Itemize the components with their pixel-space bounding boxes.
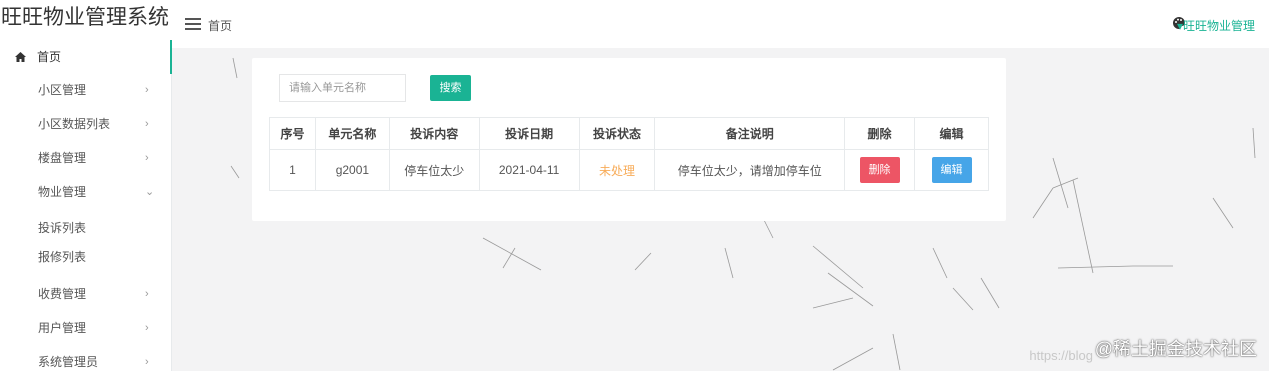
sidebar-item-label: 楼盘管理 — [38, 151, 87, 165]
app-title: 旺旺物业管理系统 — [0, 0, 172, 40]
sidebar-item-buildings[interactable]: 楼盘管理 › — [0, 143, 172, 173]
column-header: 删除 — [844, 117, 916, 150]
user-menu[interactable]: ▾旺旺物业管理 — [1177, 17, 1255, 34]
sidebar-subitem-repairs[interactable]: 报修列表 — [0, 242, 172, 272]
column-header: 投诉内容 — [388, 117, 480, 150]
table-row: 1 g2001 停车位太少 2021-04-11 未处理 停车位太少，请增加停车… — [269, 149, 989, 191]
column-header: 投诉状态 — [578, 117, 656, 150]
chevron-down-icon: ⌄ — [145, 186, 155, 198]
sidebar-item-label: 报修列表 — [38, 250, 87, 264]
complaint-table: 序号 单元名称 投诉内容 投诉日期 投诉状态 备注说明 删除 编辑 1 g200… — [269, 117, 989, 191]
sidebar-item-users[interactable]: 用户管理 › — [0, 313, 172, 343]
sidebar-item-fees[interactable]: 收费管理 › — [0, 279, 172, 309]
chevron-right-icon: › — [145, 118, 149, 130]
sidebar-item-label: 物业管理 — [38, 185, 87, 199]
top-navbar: 首页 ▾旺旺物业管理 — [172, 0, 1269, 48]
sidebar-item-home[interactable]: 首页 — [0, 40, 172, 74]
column-header: 备注说明 — [654, 117, 846, 150]
cell-index: 1 — [269, 149, 316, 191]
cell-note: 停车位太少，请增加停车位 — [654, 149, 846, 191]
chevron-right-icon: › — [145, 288, 149, 300]
sidebar-item-label: 收费管理 — [38, 287, 87, 301]
sidebar-item-label: 小区数据列表 — [38, 117, 111, 131]
chevron-right-icon: › — [145, 356, 149, 368]
chevron-right-icon: › — [145, 322, 149, 334]
complaint-panel: 搜索 序号 单元名称 投诉内容 投诉日期 投诉状态 备注说明 删除 编辑 1 g… — [252, 58, 1006, 221]
chevron-right-icon: › — [145, 152, 149, 164]
sidebar-item-label: 首页 — [37, 50, 62, 64]
cell-delete: 删除 — [844, 149, 916, 191]
breadcrumb[interactable]: 首页 — [208, 17, 232, 34]
column-header: 投诉日期 — [478, 117, 580, 150]
sidebar-item-admins[interactable]: 系统管理员 › — [0, 347, 172, 371]
column-header: 编辑 — [914, 117, 989, 150]
hamburger-icon[interactable] — [185, 18, 201, 30]
sidebar-item-community[interactable]: 小区管理 › — [0, 75, 172, 105]
column-header: 单元名称 — [314, 117, 390, 150]
cell-unit: g2001 — [314, 149, 390, 191]
sidebar-item-label: 投诉列表 — [38, 221, 87, 235]
home-icon — [15, 52, 26, 62]
table-header-row: 序号 单元名称 投诉内容 投诉日期 投诉状态 备注说明 删除 编辑 — [269, 117, 989, 150]
cell-status: 未处理 — [578, 149, 656, 191]
sidebar-subitem-complaints[interactable]: 投诉列表 — [0, 213, 172, 243]
watermark: @稀土掘金技术社区 — [1094, 339, 1257, 359]
sidebar-item-community-data[interactable]: 小区数据列表 › — [0, 109, 172, 139]
sidebar-item-label: 系统管理员 — [38, 355, 99, 369]
watermark-url: https://blog — [1029, 348, 1093, 363]
column-header: 序号 — [269, 117, 316, 150]
delete-button[interactable]: 删除 — [859, 157, 900, 183]
sidebar-item-label: 小区管理 — [38, 83, 87, 97]
active-indicator — [170, 40, 172, 74]
cell-date: 2021-04-11 — [478, 149, 580, 191]
edit-button[interactable]: 编辑 — [931, 157, 972, 183]
cell-content: 停车位太少 — [388, 149, 480, 191]
main-content: 搜索 序号 单元名称 投诉内容 投诉日期 投诉状态 备注说明 删除 编辑 1 g… — [173, 48, 1269, 371]
sidebar: 首页 小区管理 › 小区数据列表 › 楼盘管理 › 物业管理 ⌄ 投诉列表 报修… — [0, 40, 172, 371]
search-button[interactable]: 搜索 — [430, 75, 471, 101]
sidebar-item-property[interactable]: 物业管理 ⌄ — [0, 177, 172, 207]
sidebar-item-label: 用户管理 — [38, 321, 87, 335]
cell-edit: 编辑 — [914, 149, 989, 191]
user-label: 旺旺物业管理 — [1182, 19, 1255, 33]
chevron-right-icon: › — [145, 84, 149, 96]
unit-name-search-input[interactable] — [279, 74, 406, 102]
